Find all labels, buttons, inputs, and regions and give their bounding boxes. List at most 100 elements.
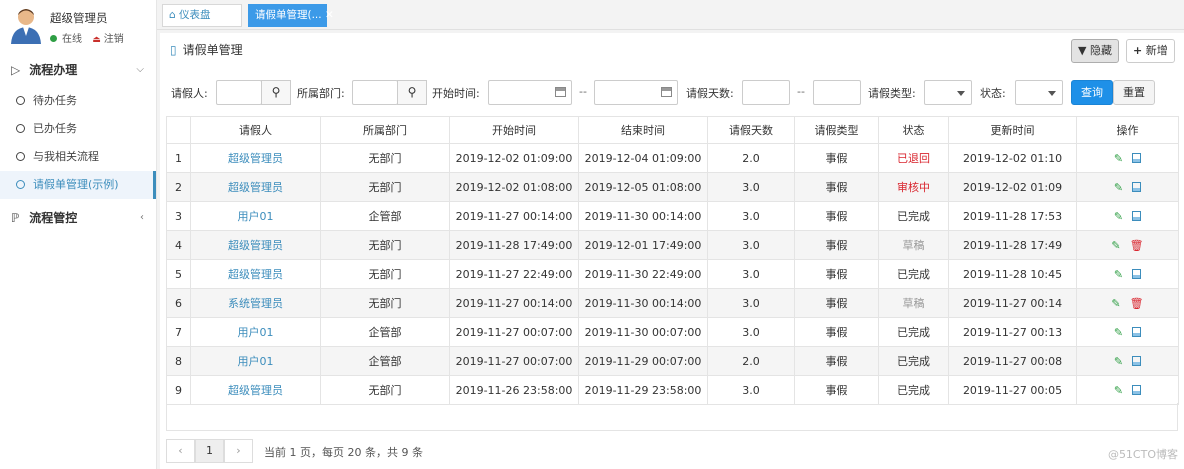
sidebar-item-leave[interactable]: 请假单管理(示例) [0,171,156,199]
logout-icon[interactable]: ⏏ [92,35,101,45]
sidebar-item-todo[interactable]: 待办任务 [0,87,156,115]
sidebar-item-related[interactable]: 与我相关流程 [0,143,156,171]
table-row: 5 超级管理员 无部门 2019-11-27 22:49:00 2019-11-30 2… [166,259,1179,289]
table-row: 3 用户01 企管部 2019-11-27 00:14:00 2019-11-30 00… [166,201,1179,231]
start-time-from-input[interactable] [488,80,572,105]
column-header[interactable]: 结束时间 [578,116,708,144]
column-header[interactable]: 所属部门 [320,116,450,144]
tab-dashboard[interactable]: ⌂ 仪表盘 [162,4,242,27]
cell-user[interactable]: 用户01 [190,346,321,376]
edit-icon[interactable]: ✎ [1114,384,1123,397]
image-icon[interactable] [1132,268,1142,279]
cell-user[interactable]: 用户01 [190,201,321,231]
cell-end: 2019-11-30 22:49:00 [578,259,708,289]
applicant-search-button[interactable]: ⚲ [261,80,291,105]
status-label: 状态: [980,87,1006,100]
tab-leave[interactable]: 请假单管理(... ✕ [248,4,334,27]
cell-user[interactable]: 系统管理员 [190,288,321,318]
applicant-input[interactable] [216,80,262,105]
add-button-label: 新增 [1145,44,1168,57]
cell-type: 事假 [794,375,879,405]
paypal-icon: ℙ [11,211,20,225]
days-to-input[interactable] [813,80,861,105]
logout-link[interactable]: 注销 [104,34,124,45]
cell-days: 2.0 [707,346,795,376]
edit-icon[interactable]: ✎ [1114,210,1123,223]
column-header [166,116,191,144]
filter-icon: ▼ [1078,44,1087,57]
image-icon[interactable] [1132,152,1142,163]
type-select[interactable] [924,80,972,105]
nav-group-control[interactable]: ℙ 流程管控 ‹ [0,205,156,231]
online-status-label: 在线 [62,34,82,45]
user-panel: 超级管理员 在线 ⏏ 注销 [0,0,156,52]
cell-no: 7 [166,317,191,347]
edit-icon[interactable]: ✎ [1111,239,1120,252]
column-header[interactable]: 请假人 [190,116,321,144]
cell-end: 2019-12-04 01:09:00 [578,143,708,173]
trash-icon[interactable]: 🗑︎ [1130,239,1144,252]
reset-button[interactable]: 重置 [1113,80,1155,105]
start-time-to-input[interactable] [594,80,678,105]
cell-start: 2019-12-02 01:08:00 [449,172,579,202]
cell-days: 3.0 [707,288,795,318]
cell-updated: 2019-11-28 10:45 [948,259,1077,289]
cell-end: 2019-11-30 00:14:00 [578,288,708,318]
column-header[interactable]: 开始时间 [449,116,579,144]
add-button[interactable]: + 新增 [1126,39,1175,63]
edit-icon[interactable]: ✎ [1114,326,1123,339]
chevron-left-icon: ‹ [140,212,144,223]
cell-updated: 2019-11-28 17:49 [948,230,1077,260]
cell-dept: 无部门 [320,288,450,318]
cell-type: 事假 [794,230,879,260]
query-button[interactable]: 查询 [1071,80,1113,105]
sidebar-item-label: 待办任务 [33,94,77,107]
nav-group-process[interactable]: ▷ 流程办理 ⌵ [0,57,156,83]
edit-icon[interactable]: ✎ [1114,181,1123,194]
next-page-button[interactable]: › [224,439,253,463]
cell-updated: 2019-11-27 00:13 [948,317,1077,347]
dept-input[interactable] [352,80,398,105]
image-icon[interactable] [1132,210,1142,221]
edit-icon[interactable]: ✎ [1114,152,1123,165]
cell-user[interactable]: 超级管理员 [190,375,321,405]
cell-user[interactable]: 超级管理员 [190,230,321,260]
days-from-input[interactable] [742,80,790,105]
column-header[interactable]: 更新时间 [948,116,1077,144]
column-header[interactable]: 请假天数 [707,116,795,144]
cell-user[interactable]: 用户01 [190,317,321,347]
cell-start: 2019-11-27 00:07:00 [449,346,579,376]
page-number-button[interactable]: 1 [195,439,224,463]
hide-button[interactable]: ▼ 隐藏 [1071,39,1119,63]
edit-icon[interactable]: ✎ [1111,297,1120,310]
cell-end: 2019-11-29 23:58:00 [578,375,708,405]
prev-page-button[interactable]: ‹ [166,439,195,463]
cell-user[interactable]: 超级管理员 [190,143,321,173]
dept-search-button[interactable]: ⚲ [397,80,427,105]
cell-user[interactable]: 超级管理员 [190,259,321,289]
edit-icon[interactable]: ✎ [1114,355,1123,368]
column-header[interactable]: 状态 [878,116,949,144]
cell-dept: 无部门 [320,259,450,289]
status-select[interactable] [1015,80,1063,105]
image-icon[interactable] [1132,326,1142,337]
cell-dept: 无部门 [320,143,450,173]
trash-icon[interactable]: 🗑︎ [1130,297,1144,310]
forward-icon: ▷ [11,63,21,77]
cell-status: 已完成 [878,317,949,347]
dept-label: 所属部门: [297,87,345,100]
image-icon[interactable] [1132,181,1142,192]
cell-user[interactable]: 超级管理员 [190,172,321,202]
column-header[interactable]: 请假类型 [794,116,879,144]
nav-group-control-label: 流程管控 [29,211,78,225]
cell-no: 4 [166,230,191,260]
page-title-text: 请假单管理 [182,43,243,57]
sidebar-item-done[interactable]: 已办任务 [0,115,156,143]
cell-start: 2019-12-02 01:09:00 [449,143,579,173]
edit-icon[interactable]: ✎ [1114,268,1123,281]
cell-actions: ✎ [1076,201,1179,231]
image-icon[interactable] [1132,384,1142,395]
image-icon[interactable] [1132,355,1142,366]
close-icon[interactable]: ✕ [325,9,334,21]
cell-updated: 2019-11-27 00:14 [948,288,1077,318]
